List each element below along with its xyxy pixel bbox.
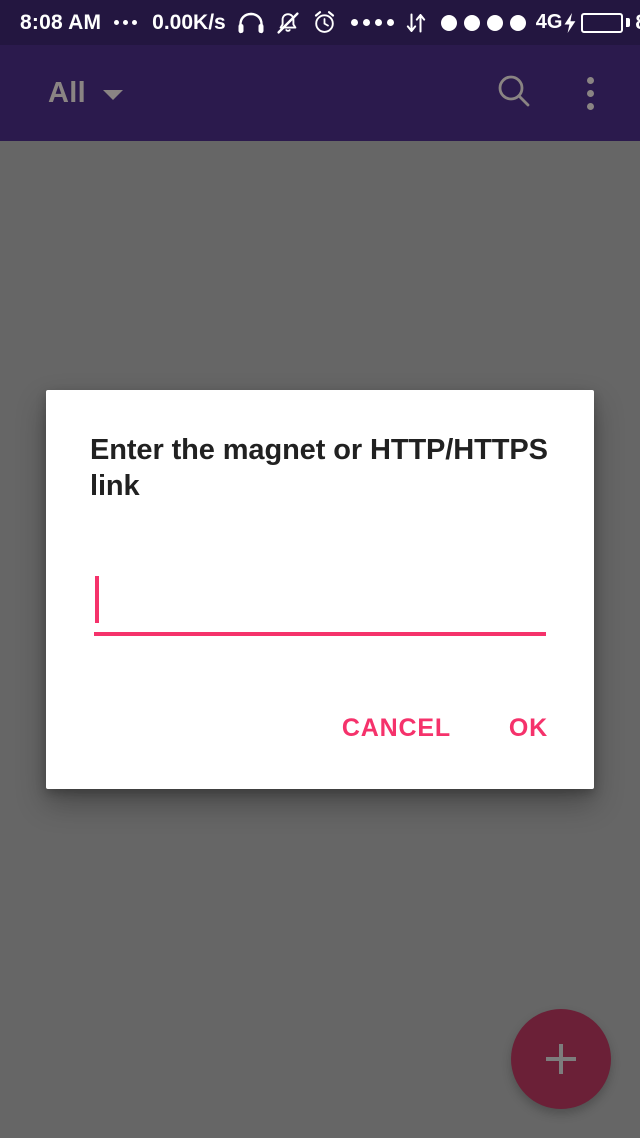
dialog-body (46, 568, 594, 636)
add-link-dialog: Enter the magnet or HTTP/HTTPS link CANC… (46, 390, 594, 789)
link-input[interactable] (104, 578, 524, 622)
search-icon (494, 71, 534, 116)
cancel-button[interactable]: CANCEL (324, 702, 469, 755)
text-cursor (95, 576, 99, 623)
status-bar-network-speed: 0.00K/s (152, 10, 226, 34)
link-text-field[interactable] (94, 568, 546, 636)
dialog-title: Enter the magnet or HTTP/HTTPS link (90, 434, 548, 502)
three-dots-icon (114, 20, 138, 25)
data-transfer-icon (406, 0, 426, 45)
vibrate-off-icon (276, 0, 300, 45)
charging-bolt-icon (562, 0, 578, 45)
ok-button[interactable]: OK (491, 702, 566, 755)
headphones-icon (238, 0, 264, 45)
filter-spinner-all[interactable]: All (48, 77, 123, 110)
plus-icon (546, 1044, 576, 1074)
battery-indicator (562, 0, 631, 45)
alarm-clock-icon (312, 0, 337, 45)
dialog-actions: CANCEL OK (46, 702, 594, 789)
battery-percent-label: 82% (635, 11, 640, 35)
add-torrent-fab[interactable] (511, 1009, 611, 1109)
status-bar-time: 8:08 AM (20, 10, 102, 34)
kebab-menu-icon (586, 76, 594, 110)
app-bar: All (0, 45, 640, 141)
battery-icon (581, 12, 624, 33)
signal-dots-icon (440, 14, 526, 31)
filter-spinner-label: All (48, 76, 86, 109)
four-dots-icon (350, 19, 394, 26)
status-bar: 8:08 AM 0.00K/s 4G (0, 0, 640, 45)
search-button[interactable] (486, 65, 542, 121)
status-bar-network-type: 4G (535, 11, 563, 33)
battery-cap (626, 18, 631, 27)
overflow-menu-button[interactable] (562, 65, 618, 121)
chevron-down-icon (102, 89, 123, 100)
